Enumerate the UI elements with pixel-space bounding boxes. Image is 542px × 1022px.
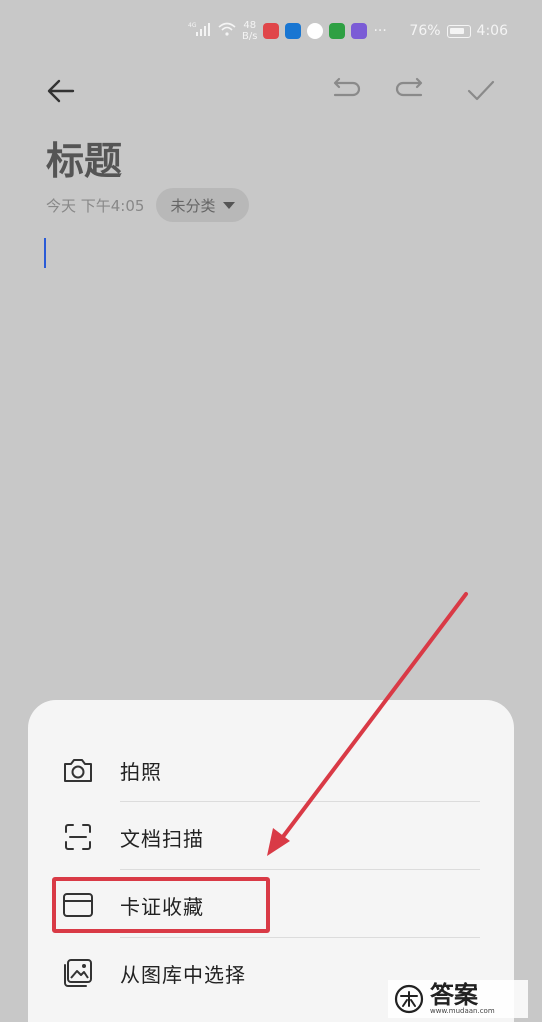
app-notification-icon [329, 23, 346, 39]
menu-item-label: 从图库中选择 [120, 962, 246, 987]
chat-notification-icon [307, 23, 324, 39]
network-speed: 48 B/s [242, 20, 257, 42]
annotation-highlight-box [52, 877, 270, 933]
category-label: 未分类 [170, 196, 216, 215]
camera-icon [62, 754, 94, 786]
note-title[interactable]: 标题 [46, 130, 122, 185]
note-meta: 今天 下午4:05 未分类 [46, 188, 250, 222]
back-button[interactable] [40, 70, 82, 112]
wifi-icon [218, 22, 236, 40]
speed-value: 48 [243, 20, 257, 31]
menu-item-label: 拍照 [120, 759, 162, 784]
more-notifications: ··· [373, 23, 387, 39]
menu-item-take-photo[interactable]: 拍照 [28, 736, 514, 804]
note-timestamp: 今天 下午4:05 [46, 196, 145, 215]
status-right: 76% 4:06 [409, 23, 508, 39]
app-notification-icon [351, 23, 368, 39]
gallery-icon [62, 957, 94, 989]
undo-button[interactable] [324, 70, 366, 112]
undo-icon [333, 77, 361, 97]
watermark-text-block: 答案 www.mudaan.com [430, 983, 495, 1015]
redo-button[interactable] [390, 70, 432, 112]
signal-icon: 4G [188, 21, 212, 41]
speed-unit: B/s [242, 31, 258, 42]
text-cursor [44, 238, 46, 268]
redo-icon [395, 77, 423, 97]
watermark-text: 答案 [430, 981, 478, 1009]
editor-toolbar [0, 70, 542, 112]
insert-menu-sheet: 拍照 文档扫描 卡证收藏 从图库中选择 [28, 700, 514, 1022]
app-notification-icon [285, 23, 302, 39]
watermark: 答案 www.mudaan.com [388, 980, 528, 1018]
category-dropdown[interactable]: 未分类 [156, 188, 250, 222]
divider [120, 801, 480, 802]
status-left: 4G 48 B/s ··· [188, 20, 387, 42]
divider [120, 937, 480, 938]
status-bar: 4G 48 B/s ··· 76% 4:06 [0, 0, 542, 62]
menu-item-document-scan[interactable]: 文档扫描 [28, 803, 514, 871]
watermark-url: www.mudaan.com [430, 1007, 495, 1015]
check-icon [467, 80, 495, 101]
menu-item-label: 文档扫描 [120, 826, 204, 851]
scan-icon [62, 821, 94, 853]
app-notification-icon [263, 23, 280, 39]
clock: 4:06 [476, 23, 508, 39]
confirm-button[interactable] [460, 70, 502, 112]
caret-down-icon [223, 201, 236, 209]
watermark-logo-icon [394, 984, 424, 1014]
battery-percent: 76% [409, 23, 441, 39]
battery-icon [446, 24, 471, 38]
back-arrow-icon [47, 79, 75, 103]
divider [120, 869, 480, 870]
network-type: 4G [188, 22, 197, 29]
